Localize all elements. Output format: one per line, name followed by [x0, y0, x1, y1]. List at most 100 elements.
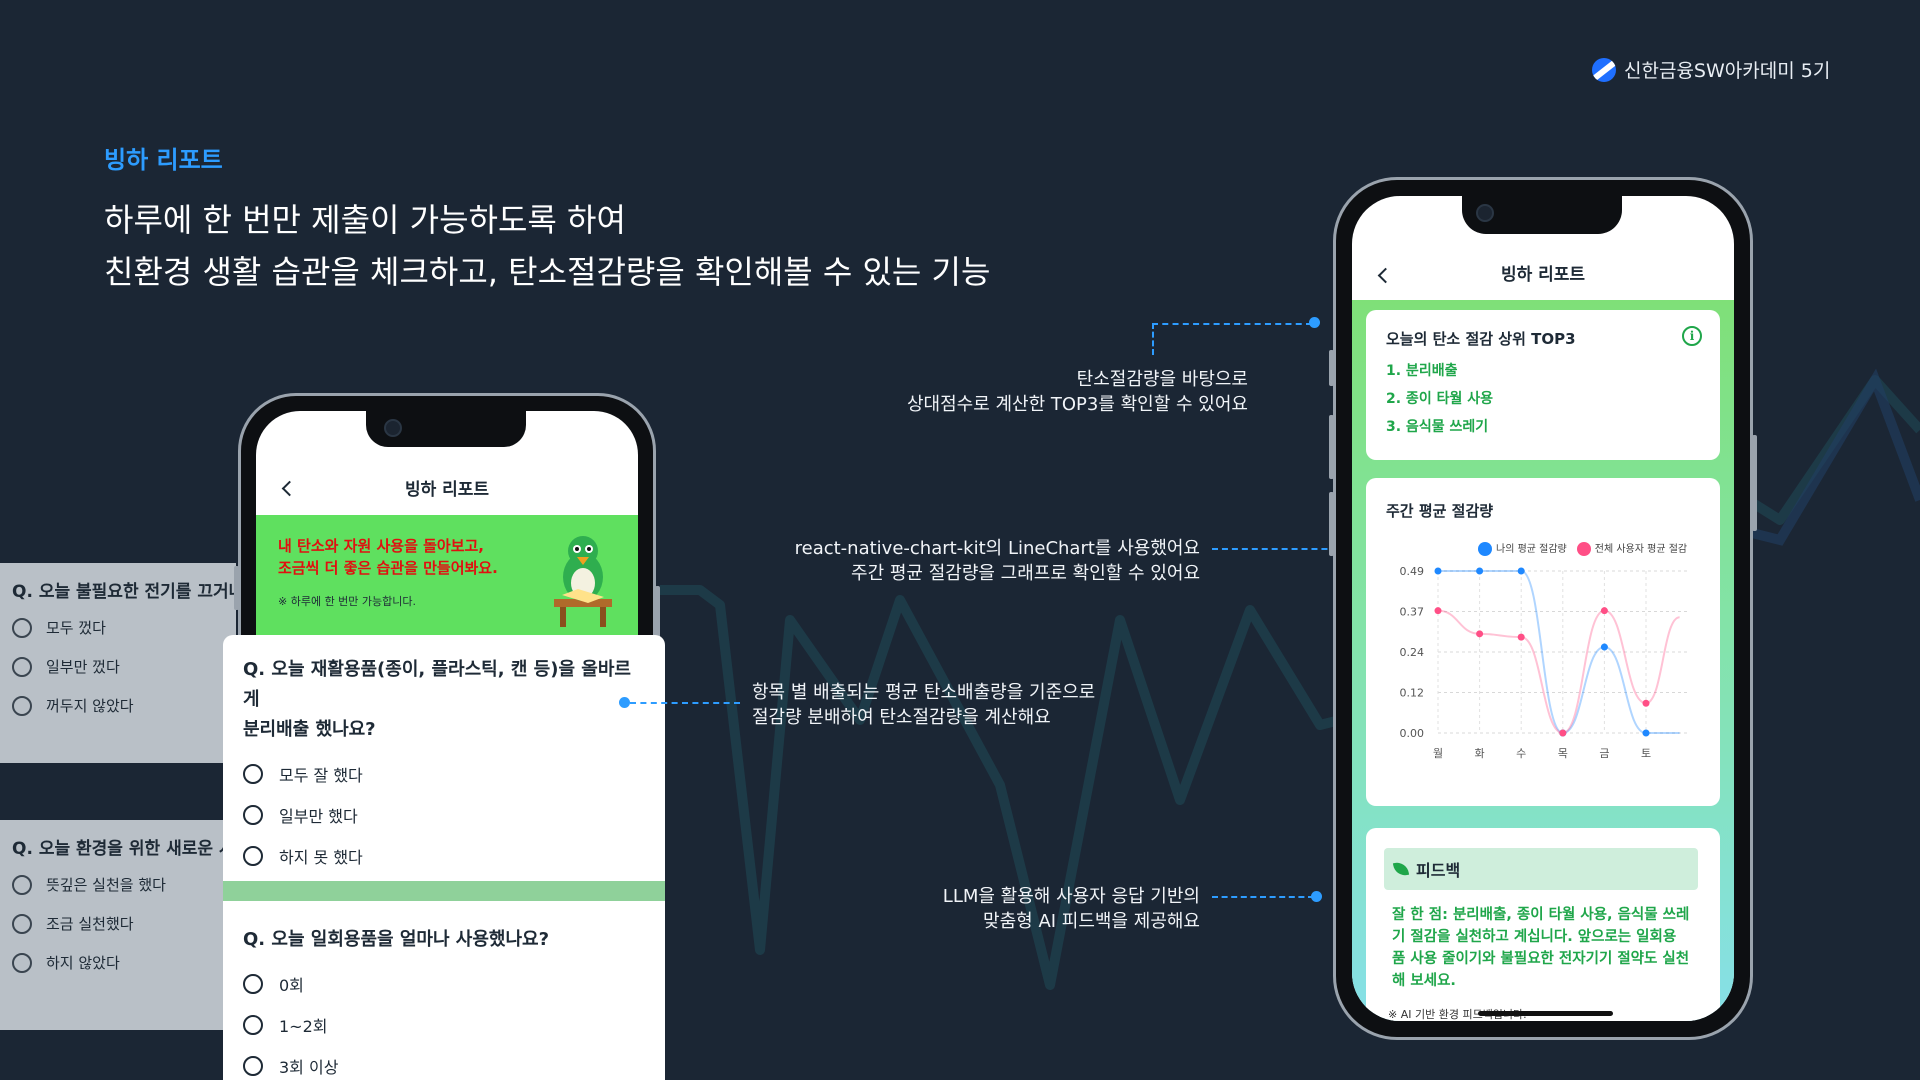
- ghost-option-label: 모두 껐다: [46, 619, 106, 637]
- annotation-connector: [1212, 896, 1314, 898]
- x-tick-label: 화: [1475, 747, 1485, 760]
- option-row[interactable]: 일부만 했다: [223, 794, 665, 835]
- annotation-top3-line-2: 상대점수로 계산한 TOP3를 확인할 수 있어요: [906, 394, 1248, 415]
- radio-icon[interactable]: [243, 973, 263, 994]
- leaf-icon: [1392, 860, 1410, 878]
- annotation-connector: [1152, 323, 1154, 355]
- right-phone-title: 빙하 리포트: [1500, 265, 1586, 285]
- ghost-question: Q. 오늘 불필요한 전기를 끄거나: [12, 582, 236, 602]
- option-label: 3회 이상: [279, 1057, 339, 1077]
- option-row[interactable]: 3회 이상: [223, 1045, 665, 1080]
- data-point: [1517, 567, 1525, 575]
- question-card-recycling: Q. 오늘 재활용품(종이, 플라스틱, 캔 등)을 올바르게 분리배출 했나요…: [223, 635, 665, 881]
- option-row[interactable]: 1~2회: [223, 1004, 665, 1045]
- question-text: Q. 오늘 일회용품을 얼마나 사용했나요?: [243, 929, 550, 950]
- top3-item-2: 2. 종이 타월 사용: [1386, 391, 1493, 407]
- feedback-line-2: 기 절감을 실천하고 계십니다. 앞으로는 일회용: [1392, 929, 1677, 945]
- headline-line-1: 하루에 한 번만 제출이 가능하도록 하여: [104, 201, 626, 239]
- right-phone: 빙하 리포트 오늘의 탄소 절감 상위 TOP3 i 1. 분리배출 2. 종이…: [1329, 177, 1757, 1040]
- info-icon[interactable]: i: [1682, 326, 1702, 346]
- radio-icon[interactable]: [243, 804, 263, 825]
- annotation-llm-line-2: 맞춤형 AI 피드백을 제공해요: [983, 911, 1200, 932]
- option-label: 1~2회: [279, 1016, 328, 1036]
- annotation-top3-line-1: 탄소절감량을 바탕으로: [1076, 369, 1248, 390]
- right-phone-notch: [1462, 196, 1622, 234]
- x-tick-label: 목: [1558, 747, 1568, 760]
- option-row[interactable]: 하지 못 했다: [223, 835, 665, 876]
- ghost-option: 꺼두지 않았다: [0, 686, 236, 725]
- data-point: [1476, 630, 1484, 638]
- home-indicator: [1478, 1011, 1613, 1016]
- question-text: Q. 오늘 재활용품(종이, 플라스틱, 캔 등)을 올바르게 분리배출 했나요…: [223, 655, 665, 745]
- ghost-option: 모두 껐다: [0, 608, 236, 647]
- annotation-top3: 탄소절감량을 바탕으로 상대점수로 계산한 TOP3를 확인할 수 있어요: [907, 367, 1248, 417]
- question-line-1: Q. 오늘 재활용품(종이, 플라스틱, 캔 등)을 올바르게: [243, 659, 631, 710]
- data-point: [1517, 633, 1525, 641]
- radio-icon[interactable]: [243, 1055, 263, 1076]
- annotation-connector: [630, 702, 740, 704]
- side-button: [1752, 435, 1757, 531]
- brand-text: 신한금융SW아카데미 5기: [1624, 60, 1831, 82]
- y-tick-label: 0.12: [1400, 687, 1425, 700]
- option-row[interactable]: 0회: [223, 963, 665, 1004]
- data-point: [1642, 699, 1650, 707]
- ghost-option-label: 뜻깊은 실천을 했다: [46, 876, 166, 894]
- radio-icon: [12, 695, 32, 716]
- brand-header: 신한금융SW아카데미 5기: [1592, 56, 1830, 83]
- y-tick-label: 0.37: [1400, 606, 1425, 619]
- annotation-dot: [1309, 317, 1320, 328]
- option-label: 일부만 했다: [279, 806, 358, 826]
- annotation-dot: [619, 697, 630, 708]
- top3-item-3: 3. 음식물 쓰레기: [1386, 419, 1489, 435]
- annotation-chart: react-native-chart-kit의 LineChart를 사용했어요…: [795, 536, 1200, 586]
- penguin-mascot-icon: [554, 536, 612, 627]
- x-tick-label: 월: [1433, 747, 1443, 760]
- weekly-chart-panel: 주간 평균 절감량 나의 평균 절감량 전체 사용자 평균 절감 0.49 0.3…: [1366, 478, 1720, 806]
- ghost-option: 하지 않았다: [0, 943, 236, 982]
- top3-panel: 오늘의 탄소 절감 상위 TOP3 i 1. 분리배출 2. 종이 타월 사용 …: [1366, 310, 1720, 460]
- annotation-llm: LLM을 활용해 사용자 응답 기반의 맞춤형 AI 피드백을 제공해요: [943, 884, 1200, 934]
- section-label: 빙하 리포트: [104, 146, 223, 174]
- option-label: 모두 잘 했다: [279, 765, 363, 785]
- data-point: [1559, 729, 1567, 737]
- annotation-llm-line-1: LLM을 활용해 사용자 응답 기반의: [942, 886, 1200, 907]
- intro-banner: 내 탄소와 자원 사용을 돌아보고, 조금씩 더 좋은 습관을 만들어봐요. ※…: [256, 515, 638, 645]
- annotation-chart-line-2: 주간 평균 절감량을 그래프로 확인할 수 있어요: [851, 563, 1200, 584]
- camera-icon: [1476, 204, 1494, 222]
- radio-icon: [12, 952, 32, 973]
- y-tick-label: 0.49: [1400, 565, 1425, 578]
- x-tick-label: 토: [1641, 747, 1651, 760]
- feedback-header: 피드백: [1384, 848, 1698, 890]
- radio-icon: [12, 617, 32, 638]
- annotation-dot: [1311, 891, 1322, 902]
- top3-item-1: 1. 분리배출: [1386, 363, 1458, 379]
- x-tick-label: 수: [1516, 747, 1526, 760]
- side-button: [1329, 350, 1334, 386]
- annotation-calc-line-1: 항목 별 배출되는 평균 탄소배출량을 기준으로: [752, 682, 1096, 703]
- side-button: [1329, 415, 1334, 479]
- ghost-question: Q. 오늘 환경을 위한 새로운 시: [12, 839, 235, 859]
- feedback-title: 피드백: [1416, 861, 1461, 880]
- feedback-line-3: 품 사용 줄이기와 불필요한 전자기기 절약도 실천: [1392, 951, 1690, 967]
- series-line: [1437, 609, 1680, 735]
- feedback-text: 잘 한 점: 분리배출, 종이 타월 사용, 음식물 쓰레 기 절감을 실천하고…: [1392, 904, 1712, 992]
- data-point: [1600, 643, 1608, 651]
- headline-line-2: 친환경 생활 습관을 체크하고, 탄소절감량을 확인해볼 수 있는 기능: [104, 253, 991, 291]
- ghost-option-label: 일부만 껐다: [46, 658, 120, 676]
- y-tick-label: 0.00: [1400, 727, 1425, 740]
- option-label: 하지 못 했다: [279, 847, 363, 867]
- annotation-calc: 항목 별 배출되는 평균 탄소배출량을 기준으로 절감량 분배하여 탄소절감량을…: [752, 680, 1095, 730]
- radio-icon[interactable]: [243, 1014, 263, 1035]
- weekly-title: 주간 평균 절감량: [1386, 502, 1494, 520]
- data-point: [1642, 729, 1650, 737]
- ghost-question-card-2: Q. 오늘 환경을 위한 새로운 시 뜻깊은 실천을 했다 조금 실천했다 하지…: [0, 820, 236, 1030]
- radio-icon[interactable]: [243, 845, 263, 866]
- data-point: [1434, 607, 1442, 615]
- radio-icon: [12, 913, 32, 934]
- radio-icon[interactable]: [243, 763, 263, 784]
- shinhan-logo-icon: [1592, 57, 1616, 82]
- annotation-chart-line-1: react-native-chart-kit의 LineChart를 사용했어요: [794, 538, 1200, 559]
- question-line-2: 분리배출 했나요?: [243, 719, 376, 740]
- data-point: [1434, 567, 1442, 575]
- option-row[interactable]: 모두 잘 했다: [223, 753, 665, 794]
